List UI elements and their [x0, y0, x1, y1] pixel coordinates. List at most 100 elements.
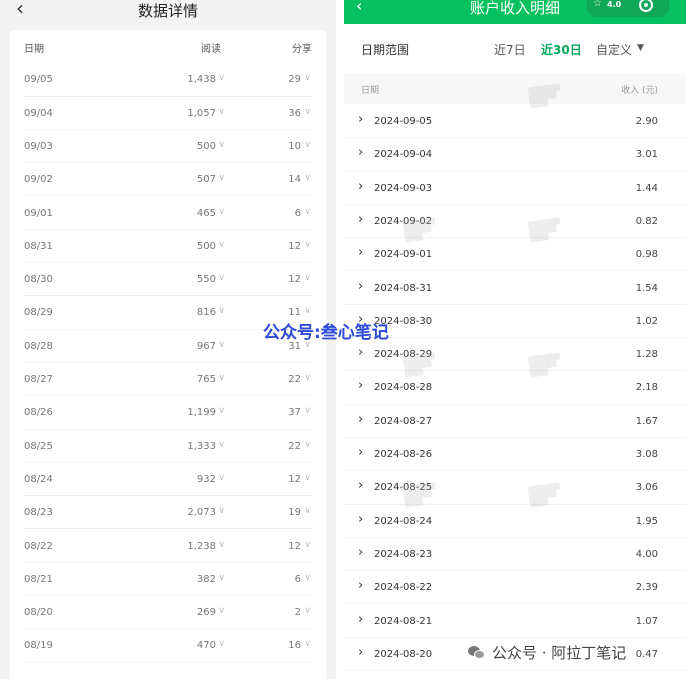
range-option-30d[interactable]: 近30日 [541, 41, 582, 58]
chevron-down-icon[interactable]: ∨ [304, 140, 311, 150]
row-date: 09/01 [24, 207, 53, 219]
income-row[interactable]: › 2024-09-02 0.82 [344, 205, 686, 239]
chevron-down-icon[interactable]: ∨ [304, 639, 311, 649]
income-row[interactable]: › 2024-09-05 2.90 [344, 105, 686, 139]
row-reads: 1,438 [187, 74, 216, 86]
income-table-header: 日期 收入 (元) [344, 74, 686, 104]
chevron-right-icon[interactable]: › [358, 212, 363, 227]
chevron-down-icon[interactable]: ∨ [218, 406, 225, 416]
chevron-down-icon[interactable]: ▼ [637, 43, 644, 53]
chevron-down-icon[interactable]: ∨ [218, 473, 225, 483]
chevron-down-icon[interactable]: ∨ [218, 107, 225, 117]
chevron-right-icon[interactable]: › [358, 279, 363, 294]
chevron-down-icon[interactable]: ∨ [218, 207, 225, 217]
row-date: 2024-09-05 [374, 116, 433, 127]
chevron-down-icon[interactable]: ∨ [218, 606, 225, 616]
income-row[interactable]: › 2024-08-24 1.95 [344, 505, 686, 538]
income-row[interactable]: › 2024-08-26 3.08 [344, 438, 686, 472]
chevron-right-icon[interactable]: › [358, 112, 363, 127]
chevron-right-icon[interactable]: › [358, 512, 363, 527]
chevron-down-icon[interactable]: ∨ [304, 573, 311, 583]
table-row: 09/03 500 ∨ 10 ∨ [24, 130, 312, 164]
table-row: 09/04 1,057 ∨ 36 ∨ [24, 97, 312, 130]
income-row[interactable]: › 2024-08-25 3.06 [344, 471, 686, 505]
row-amount: 2.18 [635, 382, 658, 394]
chevron-right-icon[interactable]: › [358, 145, 363, 160]
mini-program-capsule[interactable]: ☆ 4.0 [587, 0, 669, 17]
chevron-down-icon[interactable]: ∨ [304, 406, 311, 416]
income-row[interactable]: › 2024-09-01 0.98 [344, 238, 686, 272]
chevron-down-icon[interactable]: ∨ [304, 440, 311, 450]
row-shares: 10 [288, 140, 301, 152]
row-date: 09/02 [24, 174, 53, 186]
table-row: 09/05 1,438 ∨ 29 ∨ [24, 63, 312, 97]
row-date: 2024-08-27 [374, 415, 433, 427]
chevron-down-icon[interactable]: ∨ [218, 540, 225, 550]
chevron-right-icon[interactable]: › [358, 545, 363, 560]
income-row[interactable]: › 2024-09-04 3.01 [344, 138, 686, 172]
row-shares: 11 [288, 307, 301, 319]
chevron-down-icon[interactable]: ∨ [304, 273, 311, 283]
chevron-right-icon[interactable]: › [358, 245, 363, 260]
chevron-down-icon[interactable]: ∨ [218, 639, 225, 649]
chevron-down-icon[interactable]: ∨ [218, 306, 225, 316]
chevron-down-icon[interactable]: ∨ [304, 506, 311, 516]
income-row[interactable]: › 2024-08-27 1.67 [344, 405, 686, 438]
faint-watermark: ▒▒▒▒▒▒▒ ▒▒▒▒▒▒ ▒▒▒▒ [527, 83, 561, 110]
chevron-down-icon[interactable]: ∨ [218, 240, 225, 250]
chevron-down-icon[interactable]: ∨ [218, 273, 225, 283]
chevron-down-icon[interactable]: ∨ [304, 606, 311, 616]
income-row[interactable]: › 2024-08-28 2.18 [344, 371, 686, 405]
chevron-down-icon[interactable]: ∨ [218, 340, 225, 350]
chevron-right-icon[interactable]: › [358, 345, 363, 360]
row-shares: 36 [288, 107, 301, 119]
table-row: 09/01 465 ∨ 6 ∨ [24, 197, 312, 230]
row-reads: 2,073 [187, 507, 216, 519]
chevron-right-icon[interactable]: › [358, 179, 363, 194]
income-row[interactable]: › 2024-08-23 4.00 [344, 538, 686, 572]
chevron-down-icon[interactable]: ∨ [218, 440, 225, 450]
chevron-down-icon[interactable]: ∨ [304, 207, 311, 217]
row-date: 2024-08-26 [374, 449, 433, 460]
chevron-right-icon[interactable]: › [358, 612, 363, 627]
chevron-right-icon[interactable]: › [358, 645, 363, 660]
faint-watermark: ▒▒▒▒▒▒▒ ▒▒▒▒▒▒ ▒▒▒▒ [527, 482, 561, 509]
row-amount: 0.82 [635, 215, 658, 227]
chevron-right-icon[interactable]: › [358, 578, 363, 593]
chevron-right-icon[interactable]: › [358, 478, 363, 493]
row-amount: 1.67 [635, 415, 658, 427]
income-row[interactable]: › 2024-08-29 1.28 [344, 338, 686, 372]
chevron-down-icon[interactable]: ∨ [304, 107, 311, 117]
range-option-7d[interactable]: 近7日 [494, 41, 526, 58]
row-reads: 765 [196, 374, 216, 385]
income-row[interactable]: › 2024-08-30 1.02 [344, 305, 686, 339]
chevron-down-icon[interactable]: ∨ [304, 73, 311, 83]
table-row: 08/26 1,199 ∨ 37 ∨ [24, 396, 312, 430]
chevron-down-icon[interactable]: ∨ [218, 573, 225, 583]
chevron-down-icon[interactable]: ∨ [304, 240, 311, 250]
chevron-right-icon[interactable]: › [358, 378, 363, 393]
chevron-down-icon[interactable]: ∨ [218, 506, 225, 516]
close-target-icon[interactable] [639, 0, 653, 12]
chevron-down-icon[interactable]: ∨ [218, 73, 225, 83]
chevron-down-icon[interactable]: ∨ [304, 540, 311, 550]
row-date: 2024-08-23 [374, 548, 433, 560]
row-shares: 37 [288, 407, 301, 419]
income-row[interactable]: › 2024-08-22 2.39 [344, 571, 686, 605]
chevron-down-icon[interactable]: ∨ [218, 173, 225, 183]
chevron-down-icon[interactable]: ∨ [218, 373, 225, 383]
income-detail-panel: ‹ 账户收入明细 ☆ 4.0 日期范围 近7日 近30日 自定义 ▼ 日期 收入… [344, 0, 686, 679]
row-amount: 1.44 [635, 182, 658, 194]
row-amount: 1.95 [635, 515, 658, 527]
chevron-down-icon[interactable]: ∨ [304, 373, 311, 383]
income-row[interactable]: › 2024-08-21 1.07 [344, 605, 686, 638]
chevron-down-icon[interactable]: ∨ [304, 306, 311, 316]
income-row[interactable]: › 2024-09-03 1.44 [344, 172, 686, 205]
chevron-down-icon[interactable]: ∨ [304, 473, 311, 483]
range-option-custom[interactable]: 自定义 [596, 41, 632, 58]
chevron-right-icon[interactable]: › [358, 445, 363, 460]
income-row[interactable]: › 2024-08-31 1.54 [344, 272, 686, 305]
chevron-down-icon[interactable]: ∨ [218, 140, 225, 150]
chevron-right-icon[interactable]: › [358, 412, 363, 427]
chevron-down-icon[interactable]: ∨ [304, 173, 311, 183]
